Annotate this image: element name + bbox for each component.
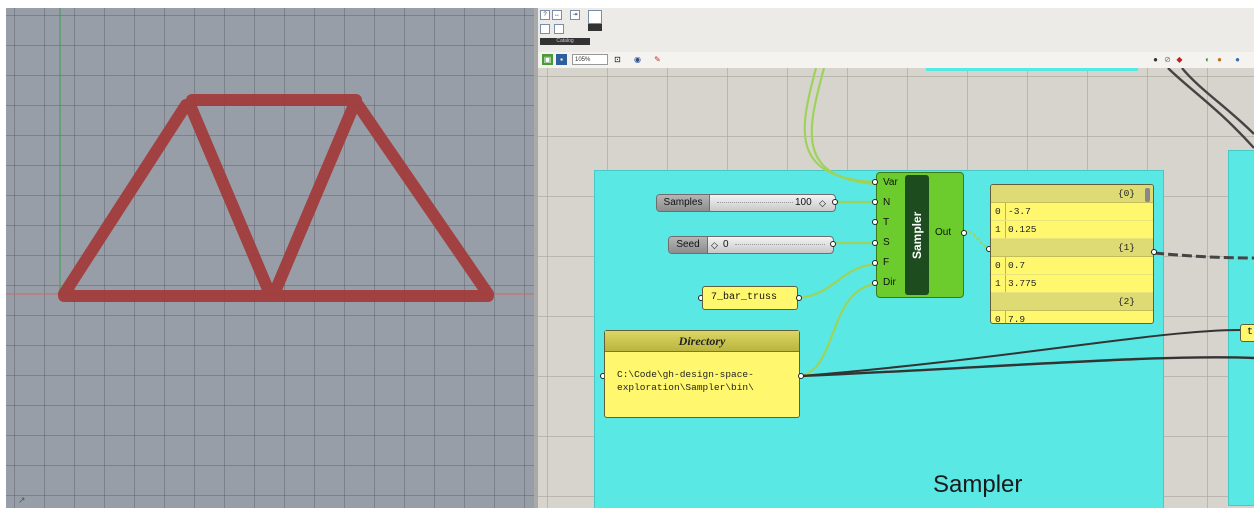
- zoom-level-select[interactable]: 105%: [572, 54, 608, 65]
- truss-member-3: [184, 99, 276, 300]
- truss-model: [6, 8, 534, 302]
- rhino-viewport[interactable]: ↗: [6, 8, 534, 508]
- open-file-icon[interactable]: ▣: [542, 54, 553, 65]
- input-dir[interactable]: Dir: [883, 277, 896, 288]
- wire-tree-out: [1153, 251, 1254, 260]
- input-grip[interactable]: [872, 219, 878, 225]
- slider-value: 100: [795, 197, 812, 208]
- input-var[interactable]: Var: [883, 177, 898, 188]
- directory-panel[interactable]: Directory C:\Code\gh-design-space- explo…: [604, 330, 800, 418]
- branch-header: {2}: [991, 293, 1153, 311]
- input-grip[interactable]: [872, 240, 878, 246]
- item-value: 0.125: [1008, 224, 1037, 235]
- item-value: 7.9: [1008, 314, 1026, 324]
- wire-var-a: [803, 68, 877, 184]
- seed-output-grip[interactable]: [830, 241, 836, 247]
- slider-track[interactable]: [717, 202, 793, 205]
- slider-knob-icon[interactable]: ◇: [819, 195, 826, 211]
- sketch-pen-icon[interactable]: ✎: [652, 54, 663, 65]
- output-out[interactable]: Out: [935, 227, 951, 238]
- input-n[interactable]: N: [883, 197, 890, 208]
- sampler-component[interactable]: Sampler Var N T S F Dir Out: [876, 172, 964, 298]
- relay-icon[interactable]: ↔: [552, 10, 562, 20]
- item-index: 0: [995, 311, 1006, 323]
- truss-member-5: [352, 99, 494, 300]
- list-item: 1 3.775: [991, 275, 1153, 293]
- input-s[interactable]: S: [883, 237, 890, 248]
- ribbon-group-label: Catalog: [540, 38, 590, 45]
- branch-header: {1}: [991, 239, 1153, 257]
- slider-name: Seed: [669, 237, 708, 253]
- jump-icon[interactable]: ⇥: [570, 10, 580, 20]
- zoom-extents-icon[interactable]: ⊡: [612, 54, 623, 65]
- input-grip[interactable]: [872, 179, 878, 185]
- output-grip[interactable]: [961, 230, 967, 236]
- preview-settings-icon[interactable]: ●: [1232, 54, 1243, 65]
- output-data-panel[interactable]: {0} 0 -3.7 1 0.125 {1} 0 0.7 1 3.775 {2} 0 7.…: [990, 184, 1154, 324]
- list-item: 0 -3.7: [991, 203, 1153, 221]
- input-grip[interactable]: [872, 199, 878, 205]
- truss-member-4: [268, 99, 360, 300]
- item-value: 3.775: [1008, 278, 1037, 289]
- sampler-component-icon[interactable]: [540, 24, 550, 34]
- list-item: 1 0.125: [991, 221, 1153, 239]
- preview-shaded-icon[interactable]: ●: [1214, 54, 1225, 65]
- truss-member-1: [58, 99, 192, 300]
- panel-scrollbar[interactable]: [1145, 188, 1150, 202]
- item-index: 0: [995, 203, 1006, 220]
- samples-slider[interactable]: Samples 100 ◇: [656, 194, 836, 212]
- directory-path: C:\Code\gh-design-space- exploration\Sam…: [617, 369, 754, 393]
- wire-out: [963, 229, 991, 250]
- param-icon[interactable]: ?: [540, 10, 550, 20]
- slider-name: Samples: [657, 195, 710, 211]
- item-value: -3.7: [1008, 206, 1031, 217]
- item-index: 0: [995, 257, 1006, 274]
- input-grip[interactable]: [872, 260, 878, 266]
- item-value: 0.7: [1008, 260, 1026, 271]
- item-index: 1: [995, 275, 1006, 292]
- preview-mesh-icon[interactable]: ◐: [1202, 54, 1213, 65]
- samples-output-grip[interactable]: [832, 199, 838, 205]
- list-item: 0 7.9: [991, 311, 1153, 324]
- component-ribbon: ? ↔ ⇥ Catalog: [538, 8, 1254, 52]
- slider-track[interactable]: [735, 244, 825, 247]
- wire-truss: [798, 262, 877, 300]
- directory-output-grip[interactable]: [798, 373, 804, 379]
- disable-preview-icon[interactable]: ⊘: [1162, 54, 1173, 65]
- stop-icon[interactable]: ◆: [1174, 54, 1185, 65]
- wire-directory: [800, 282, 877, 378]
- grasshopper-canvas[interactable]: Sampler Samples 100 ◇ Seed ◇ 0 7_bar_tru…: [538, 68, 1254, 508]
- list-item: 0 0.7: [991, 257, 1153, 275]
- truss-name-panel[interactable]: 7_bar_truss: [702, 286, 798, 310]
- wire-directory-out: [800, 356, 1254, 378]
- input-grip[interactable]: [872, 280, 878, 286]
- directory-panel-title: Directory: [605, 331, 799, 352]
- wire-top-right: [1167, 68, 1254, 149]
- sim-component-icon[interactable]: [588, 24, 602, 31]
- grasshopper-editor: ? ↔ ⇥ Catalog ▣ ▪ 105% ⊡ ◉ ✎ ● ⊘ ◆ ◐ ● ●…: [538, 8, 1254, 508]
- axis-gizmo-icon: ↗: [18, 496, 26, 506]
- panel-component-icon[interactable]: [588, 10, 602, 24]
- branch-header: {0}: [991, 185, 1153, 203]
- wire-directory-out-2: [800, 329, 1241, 377]
- canvas-toolbar: ▣ ▪ 105% ⊡ ◉ ✎ ● ⊘ ◆ ◐ ● ●: [538, 52, 1254, 69]
- truss-panel-output-grip[interactable]: [796, 295, 802, 301]
- explorer-component-icon[interactable]: [554, 24, 564, 34]
- tree-panel-output-grip[interactable]: [1151, 249, 1157, 255]
- slider-knob-icon[interactable]: ◇: [711, 237, 718, 253]
- preview-eye-icon[interactable]: ◉: [632, 54, 643, 65]
- item-index: 1: [995, 221, 1006, 238]
- component-name: Sampler: [910, 211, 924, 259]
- save-icon[interactable]: ▪: [556, 54, 567, 65]
- side-panel[interactable]: t: [1240, 324, 1254, 342]
- seed-slider[interactable]: Seed ◇ 0: [668, 236, 834, 254]
- cluster-icon[interactable]: ●: [1150, 54, 1161, 65]
- slider-value: 0: [723, 239, 729, 250]
- input-t[interactable]: T: [883, 217, 889, 228]
- input-f[interactable]: F: [883, 257, 889, 268]
- wire-top-right-2: [1181, 68, 1254, 135]
